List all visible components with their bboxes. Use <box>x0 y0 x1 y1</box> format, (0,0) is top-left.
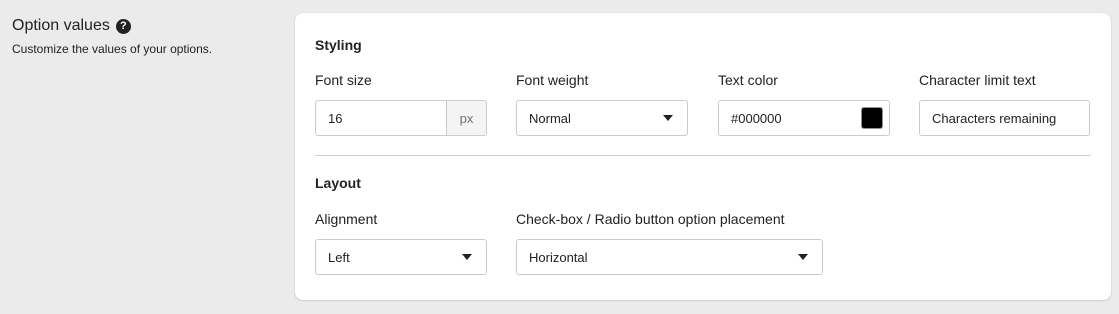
font-weight-label: Font weight <box>516 72 589 88</box>
chevron-down-icon <box>663 115 673 121</box>
char-limit-field <box>919 100 1090 136</box>
placement-label: Check-box / Radio button option placemen… <box>516 211 785 227</box>
font-size-label: Font size <box>315 72 372 88</box>
help-icon[interactable]: ? <box>115 18 131 34</box>
section-divider <box>315 155 1091 156</box>
placement-select[interactable]: Horizontal <box>516 239 823 275</box>
font-size-input[interactable] <box>316 101 446 135</box>
font-weight-select[interactable]: Normal <box>516 100 688 136</box>
section-title: Option values <box>12 17 110 34</box>
section-info: Option values ? Customize the values of … <box>12 16 282 57</box>
char-limit-label: Character limit text <box>919 72 1036 88</box>
placement-value: Horizontal <box>529 250 588 265</box>
text-color-input[interactable] <box>719 101 859 135</box>
text-color-label: Text color <box>718 72 778 88</box>
color-swatch[interactable] <box>861 107 883 129</box>
font-size-field: px <box>315 100 487 136</box>
char-limit-input[interactable] <box>920 101 1089 135</box>
section-description: Customize the values of your options. <box>12 42 213 56</box>
alignment-label: Alignment <box>315 211 378 227</box>
chevron-down-icon <box>462 254 472 260</box>
option-values-card: Styling Font size px Font weight Normal … <box>295 13 1111 300</box>
section-title-row: Option values ? <box>12 16 282 36</box>
font-weight-value: Normal <box>529 111 571 126</box>
text-color-field <box>718 100 890 136</box>
styling-heading: Styling <box>315 37 362 53</box>
alignment-value: Left <box>328 250 350 265</box>
chevron-down-icon <box>798 254 808 260</box>
alignment-select[interactable]: Left <box>315 239 487 275</box>
font-size-suffix: px <box>446 101 486 135</box>
layout-heading: Layout <box>315 175 361 191</box>
